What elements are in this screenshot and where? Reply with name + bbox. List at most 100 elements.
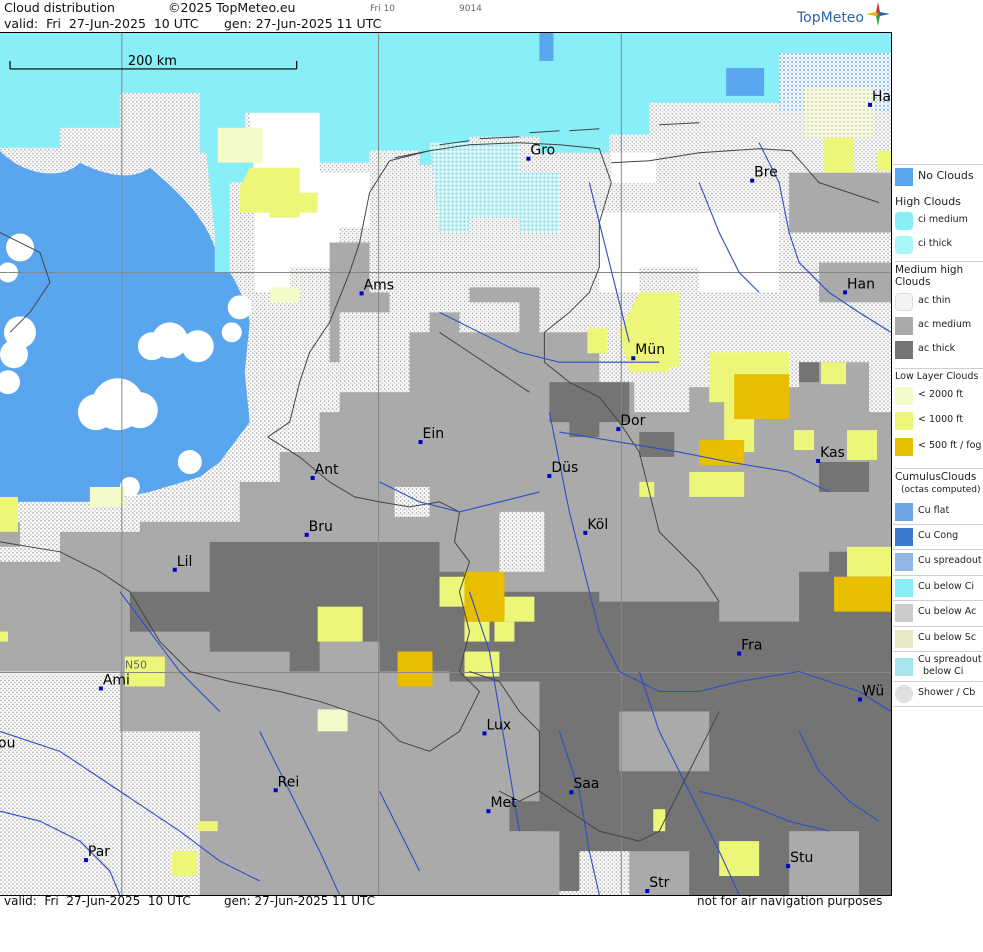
ac-medium-swatch xyxy=(895,317,913,335)
ci-medium-swatch xyxy=(895,212,913,230)
city-label: Stu xyxy=(790,850,813,866)
city-ami: Ami xyxy=(98,672,130,691)
legend-label: ac thick xyxy=(918,343,956,354)
legend-cu-cong: Cu Cong xyxy=(893,524,983,549)
city-str: Str xyxy=(645,875,670,894)
legend-cu-below-ci: Cu below Ci xyxy=(893,575,983,600)
legend-cu-below-sc: Cu below Sc xyxy=(893,626,983,651)
footer-generation-time: gen: 27-Jun-2025 11 UTC xyxy=(224,894,376,908)
legend-label: Cu spreadout xyxy=(918,654,982,665)
legend-label: ac medium xyxy=(918,319,972,330)
legend-label: Cu Cong xyxy=(918,530,959,541)
city-ha: Ha xyxy=(868,89,891,107)
cu-below-sc-swatch xyxy=(895,630,913,648)
low-500-swatch xyxy=(895,438,913,456)
scale-label: 200 km xyxy=(128,54,177,69)
legend-ac-thick: ac thick xyxy=(893,338,983,362)
legend-cu-spreadout-below-ci: Cu spreadout below Ci xyxy=(893,651,983,684)
legend-ci-thick: ci thick xyxy=(893,233,983,257)
legend-label: Cu below Ac xyxy=(918,606,977,617)
city-label: Ein xyxy=(423,426,445,442)
city-label: Dor xyxy=(620,413,645,429)
topmeteo-logo: TopMeteo xyxy=(797,10,864,26)
legend-label: ci thick xyxy=(918,238,952,249)
legend-label: Cu spreadout xyxy=(918,555,982,566)
legend-panel: No Clouds High Clouds ci medium ci thick… xyxy=(893,32,983,909)
city-lux: Lux xyxy=(482,717,511,736)
city-label: Ams xyxy=(364,277,394,293)
cu-below-ac-swatch xyxy=(895,604,913,622)
city-met: Met xyxy=(486,795,517,814)
legend-ac-medium: ac medium xyxy=(893,314,983,338)
city-ams: Ams xyxy=(359,277,394,296)
legend-cumulus-subtitle: (octas computed) xyxy=(901,485,981,495)
legend-label: No Clouds xyxy=(918,169,974,182)
city-ant: Ant xyxy=(310,462,339,480)
city-label: Saa xyxy=(573,776,599,792)
city-bre: Bre xyxy=(750,165,778,183)
city-label: Met xyxy=(490,795,517,811)
header-bar: Cloud distribution ©2025 TopMeteo.eu Fri… xyxy=(0,0,892,32)
city-label: Bru xyxy=(309,519,333,535)
cu-spreadout-swatch xyxy=(895,553,913,571)
city-label: Ha xyxy=(872,89,891,105)
footer-bar: valid: Fri 27-Jun-2025 10 UTC gen: 27-Ju… xyxy=(0,894,892,909)
compass-icon xyxy=(866,2,890,26)
city-dor: Dor xyxy=(616,413,646,432)
legend-ac-thin: ac thin xyxy=(893,290,983,314)
legend-ci-medium: ci medium xyxy=(893,209,983,233)
generation-time: gen: 27-Jun-2025 11 UTC xyxy=(224,16,382,31)
city-label: Str xyxy=(649,875,669,891)
city-bru: Bru xyxy=(304,519,333,537)
city-label: Ant xyxy=(315,462,339,478)
small-code-label: 9014 xyxy=(459,4,482,14)
valid-time: valid: Fri 27-Jun-2025 10 UTC xyxy=(4,16,199,31)
legend-label: < 500 ft / fog xyxy=(918,440,982,451)
city-mün: Mün xyxy=(631,342,665,361)
legend-label: Shower / Cb xyxy=(918,687,976,698)
city-label: Kas xyxy=(820,445,845,461)
cu-cong-swatch xyxy=(895,528,913,546)
legend-shower-cb: Shower / Cb xyxy=(893,681,983,707)
city-label: ou xyxy=(0,735,15,751)
legend-high-title: High Clouds xyxy=(895,195,961,208)
city-saa: Saa xyxy=(569,776,599,795)
legend-medium-title-2: Clouds xyxy=(895,276,931,288)
legend-label: Cu flat xyxy=(918,505,950,516)
city-label: Ami xyxy=(103,672,130,688)
legend-cumulus-title: CumulusClouds xyxy=(895,468,983,483)
low-1000-swatch xyxy=(895,412,913,430)
ac-thin-swatch xyxy=(895,293,913,311)
ci-thick-swatch xyxy=(895,236,913,254)
city-label: Köl xyxy=(587,517,608,533)
legend-label: < 2000 ft xyxy=(918,389,964,400)
city-par: Par xyxy=(83,844,110,863)
legend-cu-spreadout: Cu spreadout xyxy=(893,549,983,574)
legend-cu-flat: Cu flat xyxy=(893,500,983,524)
cloud-map: 200 km N50 Gro Bre Ha Ams Han Mün Dor Ein Ant Düs… xyxy=(0,32,892,896)
legend-label: below Ci xyxy=(923,666,964,677)
footer-disclaimer: not for air navigation purposes xyxy=(697,894,883,908)
city-label: Par xyxy=(88,844,110,860)
cu-flat-swatch xyxy=(895,503,913,521)
legend-low-500: < 500 ft / fog xyxy=(893,435,983,459)
legend-no-clouds: No Clouds xyxy=(893,164,983,189)
city-label: Rei xyxy=(278,774,300,790)
cu-below-ci-swatch xyxy=(895,579,913,597)
footer-valid-time: valid: Fri 27-Jun-2025 10 UTC xyxy=(4,894,191,908)
city-stu: Stu xyxy=(786,850,813,869)
city-label: Lux xyxy=(486,717,511,733)
city-label: Wü xyxy=(862,683,884,699)
city-wü: Wü xyxy=(858,683,884,702)
city-label: Bre xyxy=(754,165,778,181)
cu-spreadout-below-ci-swatch xyxy=(895,658,913,676)
latitude-label: N50 xyxy=(125,659,147,672)
city-fra: Fra xyxy=(737,638,763,656)
city-label: Fra xyxy=(741,638,762,654)
legend-medium-title-1: Medium high xyxy=(895,261,983,276)
city-label: Gro xyxy=(530,143,555,159)
legend-label: ac thin xyxy=(918,295,951,306)
product-title: Cloud distribution xyxy=(4,0,115,15)
city-label: Mün xyxy=(635,342,665,358)
legend-low-2000: < 2000 ft xyxy=(893,384,983,408)
